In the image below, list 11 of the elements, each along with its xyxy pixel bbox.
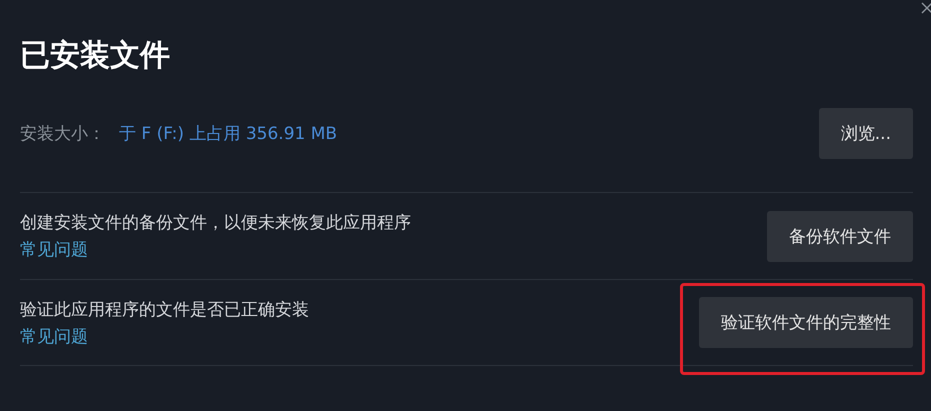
dialog-title: 已安装文件 [20, 37, 171, 75]
action-button[interactable]: 验证软件文件的完整性 [699, 297, 913, 348]
action-button[interactable]: 备份软件文件 [767, 210, 913, 262]
faq-link[interactable]: 常见问题 [20, 238, 411, 261]
description-text: 创建安装文件的备份文件，以便未来恢复此应用程序 [20, 212, 411, 234]
install-size-value: 于 F (F:) 上占用 356.91 MB [119, 123, 338, 145]
faq-link[interactable]: 常见问题 [20, 324, 309, 348]
description-text: 验证此应用程序的文件是否已正确安装 [20, 298, 309, 320]
install-size-label: 安装大小： [20, 123, 105, 145]
close-icon[interactable] [921, 2, 931, 14]
browse-button[interactable]: 浏览... [818, 108, 913, 159]
